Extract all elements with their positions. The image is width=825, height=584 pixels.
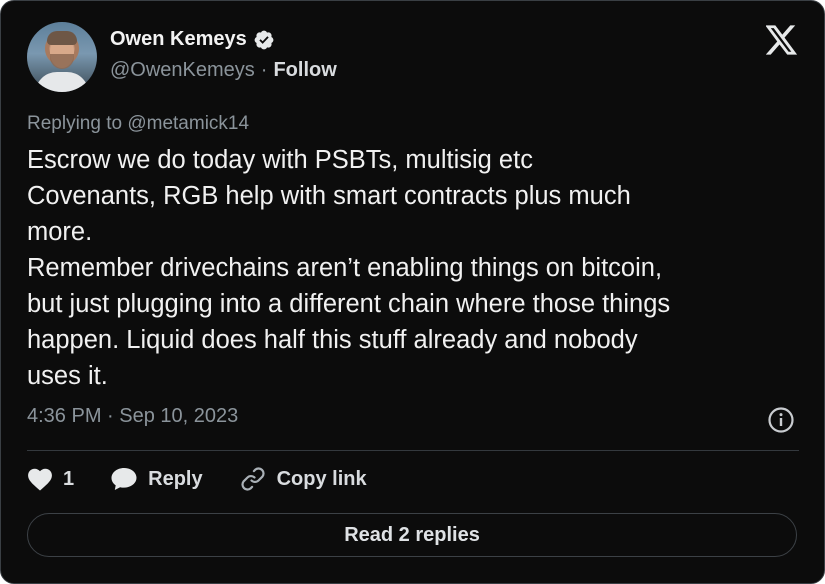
reply-label: Reply <box>148 467 203 490</box>
copy-link-label: Copy link <box>276 467 367 490</box>
author-handle[interactable]: @OwenKemeys <box>110 59 255 82</box>
info-icon[interactable] <box>767 406 795 434</box>
author-name[interactable]: Owen Kemeys <box>110 28 247 51</box>
author-name-row: Owen Kemeys <box>110 28 275 51</box>
tweet-timestamp[interactable]: 4:36 PM · Sep 10, 2023 <box>27 405 238 428</box>
tweet-text: Escrow we do today with PSBTs, multisig … <box>27 146 671 390</box>
read-replies-button[interactable]: Read 2 replies <box>27 513 797 557</box>
link-icon <box>241 467 265 491</box>
reply-context[interactable]: Replying to @metamick14 <box>27 113 249 135</box>
like-count: 1 <box>63 467 75 490</box>
heart-icon <box>28 468 52 491</box>
avatar[interactable] <box>27 22 97 92</box>
verified-badge-icon <box>254 30 274 49</box>
speech-bubble-icon <box>111 468 137 490</box>
reply-button[interactable]: Reply <box>110 466 203 492</box>
author-handle-row: @OwenKemeys · Follow <box>110 59 337 82</box>
tweet-card: Owen Kemeys @OwenKemeys · Follow Replyin… <box>0 0 825 584</box>
follow-button[interactable]: Follow <box>273 59 336 82</box>
x-logo-icon[interactable] <box>766 25 798 55</box>
divider <box>27 450 799 451</box>
like-button[interactable]: 1 <box>27 467 74 491</box>
action-bar: 1 Reply Copy link <box>27 465 403 493</box>
separator: · <box>260 59 268 81</box>
copy-link-button[interactable]: Copy link <box>239 465 367 493</box>
